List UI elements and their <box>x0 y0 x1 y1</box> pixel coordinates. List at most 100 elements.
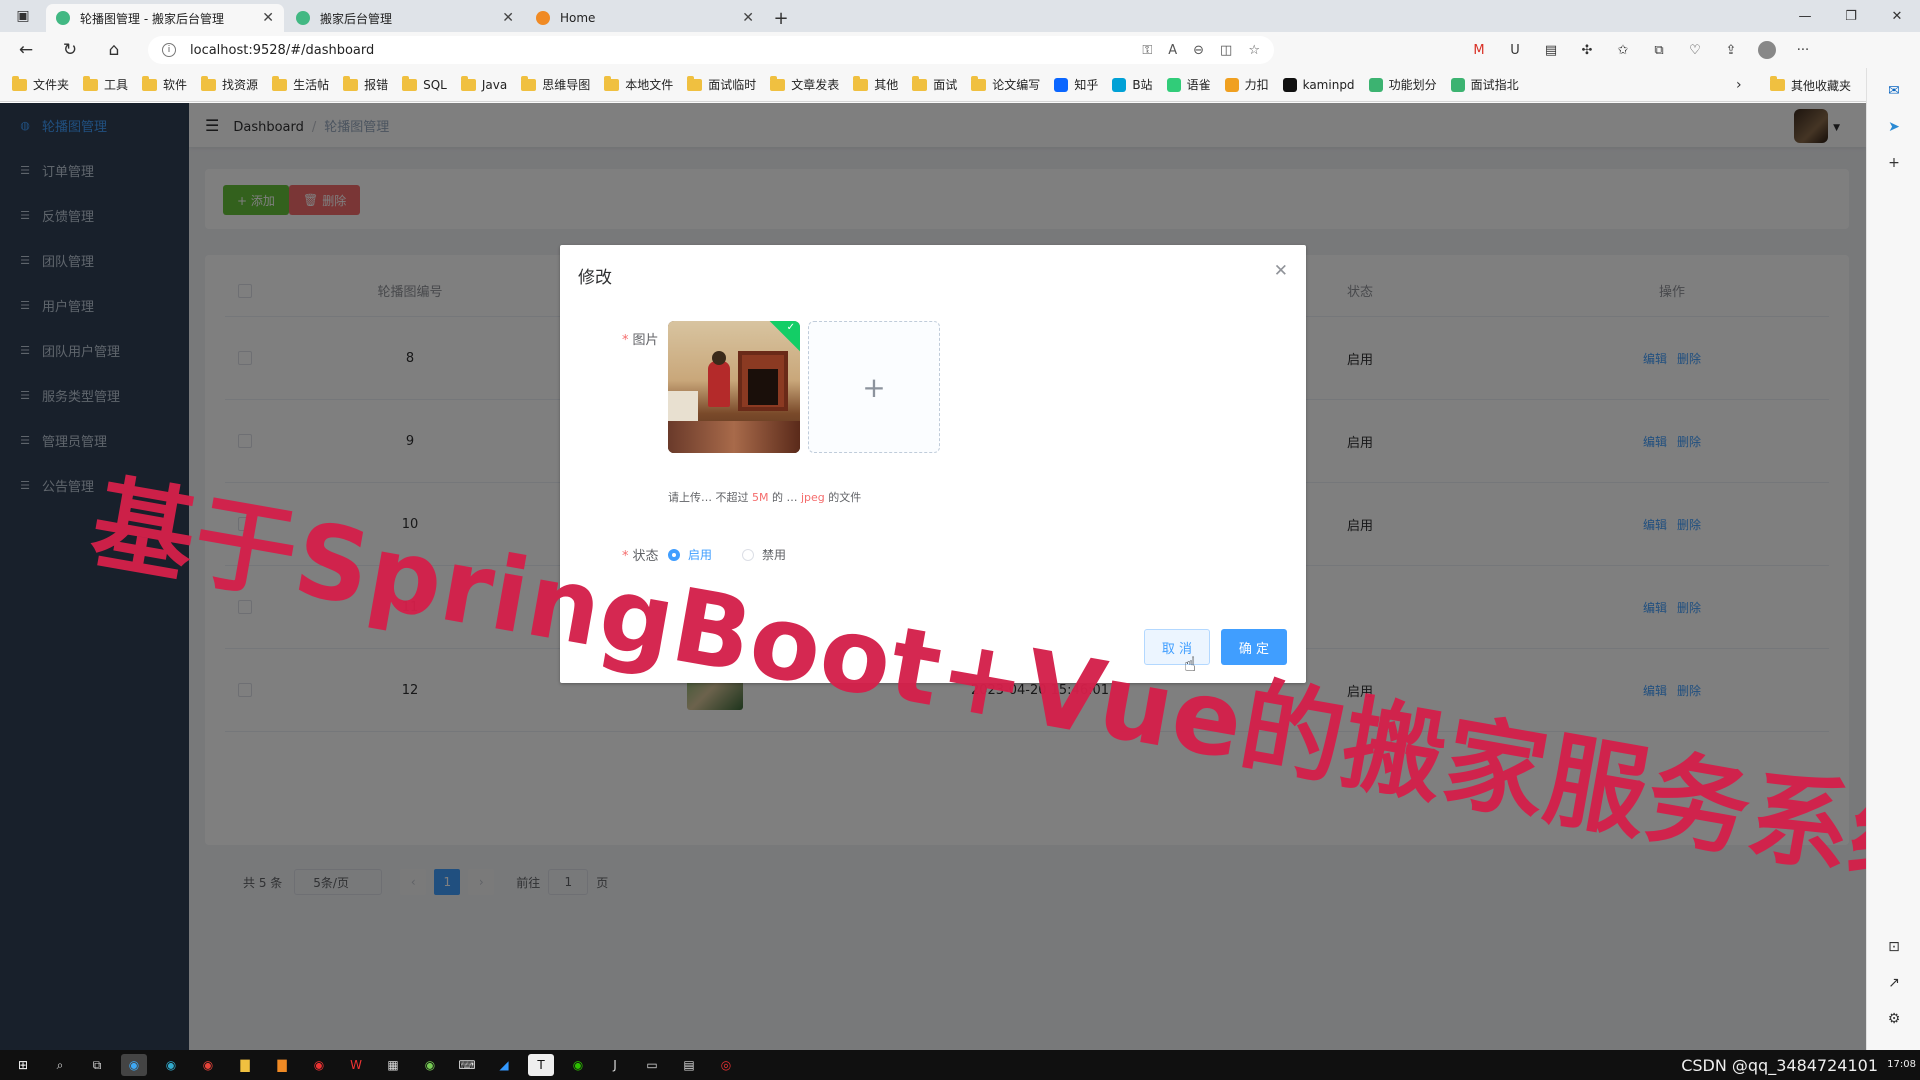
bookmark-item[interactable]: 力扣 <box>1224 76 1269 93</box>
close-icon[interactable]: ✕ <box>262 10 274 26</box>
tab-title: Home <box>560 11 596 25</box>
close-icon[interactable]: ✕ <box>742 10 754 26</box>
bookmark-item[interactable]: 面试 <box>912 75 957 93</box>
clock: 17:08 <box>1887 1059 1916 1070</box>
bookmark-item[interactable]: 面试指北 <box>1450 76 1519 93</box>
typora-app-icon[interactable]: ⌨ <box>454 1054 480 1076</box>
ublock-extension-icon[interactable]: U <box>1506 41 1524 59</box>
edge-app-icon[interactable]: ◉ <box>121 1054 147 1076</box>
bookmark-item[interactable]: B站 <box>1112 76 1153 93</box>
other-bookmarks-label: 其他收藏夹 <box>1791 78 1852 93</box>
task-view-icon[interactable]: ⧉ <box>84 1054 110 1076</box>
dialog-title: 修改 <box>578 268 612 288</box>
performance-icon[interactable]: ♡ <box>1686 41 1704 59</box>
tab-title: 轮播图管理 - 搬家后台管理 <box>80 11 224 26</box>
bookmark-item[interactable]: 软件 <box>142 75 187 93</box>
other-bookmarks[interactable]: 其他收藏夹 <box>1770 68 1865 102</box>
record-app-icon[interactable]: ◎ <box>713 1054 739 1076</box>
bookmark-item[interactable]: 找资源 <box>201 75 258 93</box>
bookmark-item[interactable]: 功能划分 <box>1368 76 1437 93</box>
site-info-icon[interactable]: i <box>162 43 176 57</box>
bookmark-label: 工具 <box>104 78 129 92</box>
bookmark-item[interactable]: 思维导图 <box>521 75 590 93</box>
bookmark-label: 力扣 <box>1244 78 1269 92</box>
bookmark-item[interactable]: 工具 <box>83 75 129 93</box>
bookmark-item[interactable]: 其他 <box>853 75 898 93</box>
bookmark-favicon-icon <box>1450 77 1465 92</box>
home-icon[interactable]: ⌂ <box>96 32 132 68</box>
terminal-app-icon[interactable]: ▭ <box>639 1054 665 1076</box>
collections-icon[interactable]: ⧉ <box>1650 41 1668 59</box>
screenshot-icon[interactable]: ⊡ <box>1885 938 1903 956</box>
edge-dev-app-icon[interactable]: ◉ <box>158 1054 184 1076</box>
bookmark-item[interactable]: SQL <box>402 75 447 92</box>
folder-icon <box>460 75 476 91</box>
photo-app-icon[interactable]: ◉ <box>417 1054 443 1076</box>
open-external-icon[interactable]: ↗ <box>1885 974 1903 992</box>
bookmark-item[interactable]: 生活帖 <box>272 75 330 93</box>
bookmarks-overflow-icon[interactable]: › <box>1736 68 1742 102</box>
add-icon[interactable]: + <box>1885 154 1903 172</box>
file-explorer-icon[interactable]: ▇ <box>232 1054 258 1076</box>
bookmark-item[interactable]: Java <box>460 75 507 92</box>
bookmark-item[interactable]: 文件夹 <box>12 75 69 93</box>
typora-t-app-icon[interactable]: T <box>528 1054 554 1076</box>
close-icon[interactable]: ✕ <box>1274 261 1288 281</box>
gmail-extension-icon[interactable]: M <box>1470 41 1488 59</box>
zoom-icon[interactable]: ⊖ <box>1193 43 1204 58</box>
search-icon[interactable]: ⌕ <box>47 1054 73 1076</box>
chrome-app-icon[interactable]: ◉ <box>195 1054 221 1076</box>
bookmark-item[interactable]: kaminpd <box>1282 77 1355 92</box>
extension-icon[interactable]: ▤ <box>1542 41 1560 59</box>
profile-avatar-icon[interactable] <box>1758 41 1776 59</box>
bookmark-item[interactable]: 本地文件 <box>604 75 673 93</box>
favorite-star-icon[interactable]: ☆ <box>1248 43 1260 58</box>
bookmark-item[interactable]: 论文编写 <box>971 75 1040 93</box>
send-icon[interactable]: ➤ <box>1885 118 1903 136</box>
taskbar: ⊞ ⌕ ⧉ ◉ ◉ ◉ ▇ ▇ ◉ W ▦ ◉ ⌨ ◢ T ◉ J ▭ ▤ ◎ … <box>0 1050 1920 1080</box>
bookmark-item[interactable]: 面试临时 <box>687 75 756 93</box>
bookmark-item[interactable]: 语雀 <box>1166 76 1211 93</box>
csdn-watermark: CSDN @qq_3484724101 <box>1681 1055 1878 1075</box>
outlook-icon[interactable]: ✉ <box>1885 82 1903 100</box>
settings-gear-icon[interactable]: ⚙ <box>1885 1010 1903 1028</box>
read-aloud-icon[interactable]: A <box>1168 43 1177 58</box>
bookmark-label: 生活帖 <box>293 78 330 92</box>
upload-box[interactable]: + <box>808 321 940 453</box>
refresh-icon[interactable]: ↻ <box>52 32 88 68</box>
split-screen-icon[interactable]: ◫ <box>1220 43 1232 58</box>
netease-music-icon[interactable]: ◉ <box>306 1054 332 1076</box>
new-tab-button[interactable]: + <box>766 4 796 32</box>
close-icon[interactable]: ✕ <box>502 10 514 26</box>
puzzle-extensions-icon[interactable]: ✣ <box>1578 41 1596 59</box>
browser-tab-2[interactable]: 搬家后台管理 ✕ <box>286 4 524 32</box>
wechat-app-icon[interactable]: ◉ <box>565 1054 591 1076</box>
sublime-app-icon[interactable]: ▇ <box>269 1054 295 1076</box>
windows-start-icon[interactable]: ⊞ <box>10 1054 36 1076</box>
bookmark-item[interactable]: 知乎 <box>1054 76 1098 93</box>
bookmark-item[interactable]: 报错 <box>343 75 388 93</box>
minimize-icon[interactable]: — <box>1782 0 1828 32</box>
address-bar-row: ← ↻ ⌂ i localhost:9528/#/dashboard ⚿ A ⊖… <box>0 32 1920 68</box>
intellij-app-icon[interactable]: J <box>602 1054 628 1076</box>
uploaded-image[interactable]: ✓ <box>668 321 800 453</box>
back-icon[interactable]: ← <box>8 32 44 68</box>
notepad-app-icon[interactable]: ▤ <box>676 1054 702 1076</box>
app-icon[interactable]: ▦ <box>380 1054 406 1076</box>
xftp-app-icon[interactable]: ◢ <box>491 1054 517 1076</box>
key-icon[interactable]: ⚿ <box>1142 43 1152 58</box>
browser-tab-1[interactable]: 轮播图管理 - 搬家后台管理 ✕ <box>46 4 284 32</box>
share-icon[interactable]: ⇪ <box>1722 41 1740 59</box>
bookmark-label: 知乎 <box>1074 78 1099 92</box>
more-menu-icon[interactable]: ··· <box>1794 41 1812 59</box>
tab-actions-icon[interactable]: ▣ <box>0 0 46 32</box>
url-field[interactable]: i localhost:9528/#/dashboard ⚿ A ⊖ ◫ ☆ <box>148 36 1274 64</box>
browser-tab-3[interactable]: Home ✕ <box>526 4 764 32</box>
wps-app-icon[interactable]: W <box>343 1054 369 1076</box>
bookmark-favicon-icon <box>1224 77 1239 92</box>
bookmark-item[interactable]: 文章发表 <box>770 75 839 93</box>
restore-icon[interactable]: ❐ <box>1828 0 1874 32</box>
favorites-icon[interactable]: ✩ <box>1614 41 1632 59</box>
close-window-icon[interactable]: ✕ <box>1874 0 1920 32</box>
folder-icon <box>521 75 537 91</box>
